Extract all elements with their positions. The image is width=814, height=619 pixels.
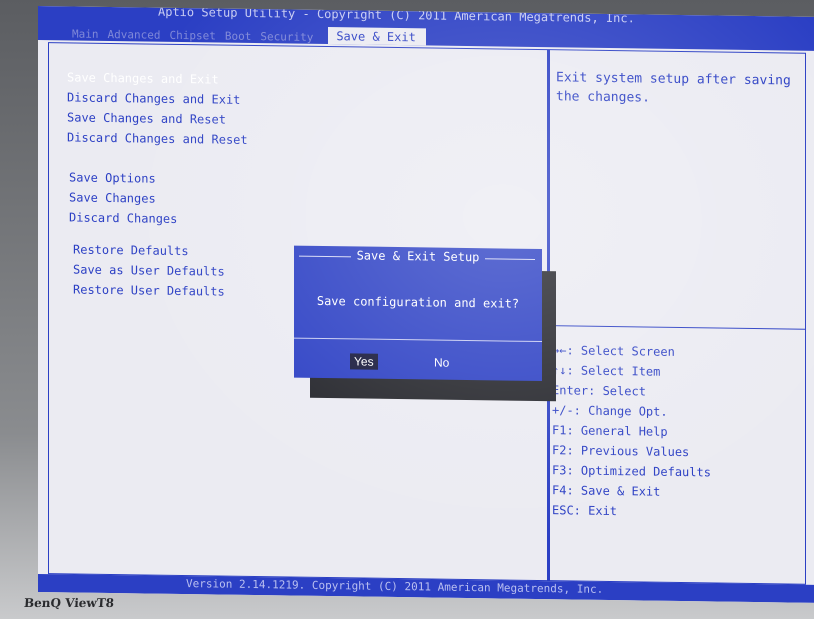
tab-main[interactable]: Main xyxy=(72,27,99,40)
monitor-brand-label: BenQ ViewT8 xyxy=(23,596,115,610)
key-previous-values: F2: Previous Values xyxy=(552,443,690,460)
save-exit-dialog: Save & Exit Setup Save configuration and… xyxy=(294,245,542,382)
menu-item-restore-defaults[interactable]: Restore Defaults xyxy=(73,239,225,261)
menu-item-restore-user-defaults[interactable]: Restore User Defaults xyxy=(73,279,225,301)
tab-chipset[interactable]: Chipset xyxy=(169,29,215,43)
help-divider xyxy=(550,325,805,330)
save-options-heading: Save Options xyxy=(69,170,156,186)
key-optimized-defaults: F3: Optimized Defaults xyxy=(552,463,711,480)
key-esc-exit: ESC: Exit xyxy=(552,503,618,519)
exit-options-group: Save Changes and Exit Discard Changes an… xyxy=(67,67,248,150)
key-save-exit: F4: Save & Exit xyxy=(552,483,661,499)
tab-boot[interactable]: Boot xyxy=(225,30,252,43)
bios-screen: Aptio Setup Utility - Copyright (C) 2011… xyxy=(38,6,814,603)
help-description: Exit system setup after saving the chang… xyxy=(556,70,791,106)
help-panel: Exit system setup after saving the chang… xyxy=(548,49,806,585)
menu-item-save-changes[interactable]: Save Changes xyxy=(69,187,177,209)
menu-item-save-changes-and-reset[interactable]: Save Changes and Reset xyxy=(67,107,248,130)
dialog-frame xyxy=(299,255,535,371)
menu-item-discard-changes[interactable]: Discard Changes xyxy=(69,207,177,229)
key-legend: →←: Select Screen ↑↓: Select Item Enter:… xyxy=(552,340,711,522)
key-select-screen: →←: Select Screen xyxy=(552,343,675,359)
save-options-group: Save Options Save Changes Discard Change… xyxy=(69,167,177,229)
menu-item-save-changes-and-exit[interactable]: Save Changes and Exit xyxy=(67,67,248,90)
key-enter-select: Enter: Select xyxy=(552,383,646,399)
menu-item-save-as-user-defaults[interactable]: Save as User Defaults xyxy=(73,259,225,281)
no-button[interactable]: No xyxy=(430,354,453,370)
yes-button[interactable]: Yes xyxy=(350,353,378,370)
menu-item-discard-changes-and-exit[interactable]: Discard Changes and Exit xyxy=(67,87,248,110)
key-select-item: ↑↓: Select Item xyxy=(552,363,661,379)
key-general-help: F1: General Help xyxy=(552,423,668,439)
key-change-opt: +/-: Change Opt. xyxy=(552,403,668,419)
tab-save-exit[interactable]: Save & Exit xyxy=(328,27,426,46)
menu-item-discard-changes-and-reset[interactable]: Discard Changes and Reset xyxy=(67,127,248,150)
tab-advanced[interactable]: Advanced xyxy=(108,28,161,42)
dialog-title-text: Save & Exit Setup xyxy=(350,248,486,265)
defaults-group: Restore Defaults Save as User Defaults R… xyxy=(73,239,225,301)
tab-security[interactable]: Security xyxy=(260,30,313,44)
